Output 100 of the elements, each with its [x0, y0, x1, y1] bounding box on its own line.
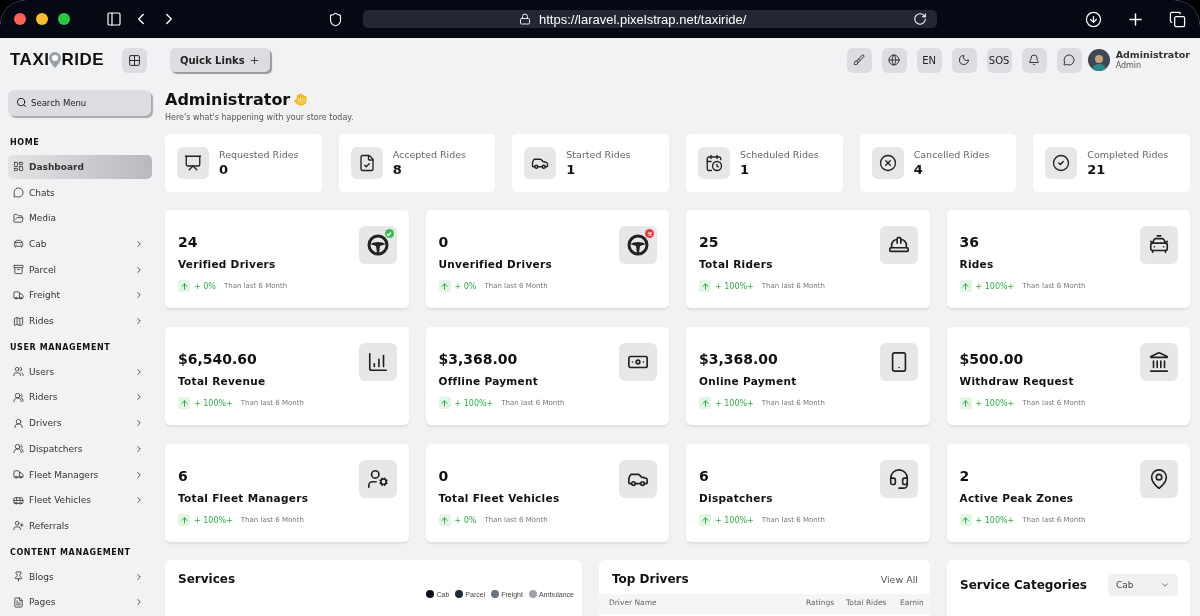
notification-button[interactable] — [1021, 47, 1047, 73]
bus-icon — [13, 494, 24, 506]
brush-icon — [853, 54, 866, 66]
summary-value: 21 — [1087, 162, 1107, 177]
section-heading: HOME — [9, 136, 41, 149]
lock-icon — [519, 13, 531, 25]
presentation-icon — [184, 154, 202, 172]
summary-label: Cancelled Rides — [913, 149, 990, 160]
panel-title: Service Categories — [960, 578, 1087, 592]
stat-value: 6 — [178, 468, 189, 484]
stat-value: 24 — [178, 234, 199, 250]
apps-button[interactable] — [122, 47, 147, 73]
brush-button[interactable] — [846, 47, 872, 73]
sidebar-icon[interactable] — [106, 11, 122, 27]
bell-icon — [1028, 54, 1041, 66]
globe-button[interactable] — [881, 47, 907, 73]
summary-label: Requested Rides — [219, 149, 299, 160]
page-subtitle: Here's what's happening with your store today. — [165, 113, 355, 122]
sidebar-item[interactable]: Rides — [8, 309, 152, 334]
user-name: Administrator — [1115, 49, 1190, 61]
change-text: + 100%+ — [975, 281, 1015, 291]
pin-icon — [13, 571, 24, 582]
hand-icon — [294, 93, 308, 106]
sidebar-item[interactable]: Riders — [8, 385, 152, 410]
stat-value: 25 — [699, 234, 720, 250]
user-gear-icon — [366, 468, 389, 490]
dashboard-icon — [13, 161, 24, 173]
globe-icon — [888, 54, 901, 66]
sidebar-item[interactable]: Referrals — [8, 513, 152, 538]
page-title: Administrator — [165, 90, 291, 109]
quick-links-button[interactable]: Quick Links — [170, 48, 270, 72]
download-icon[interactable] — [1085, 10, 1102, 28]
search-field[interactable]: Search Menu — [8, 90, 151, 116]
category-select[interactable]: Cab — [1108, 574, 1178, 596]
sidebar-item[interactable]: Chats — [8, 180, 152, 205]
logo-text: RIDE — [61, 50, 105, 70]
shield-icon[interactable] — [328, 11, 343, 27]
user-icon — [13, 417, 24, 429]
chat-icon — [1063, 54, 1076, 66]
sidebar-item[interactable]: Dashboard — [8, 154, 152, 179]
sidebar-item[interactable]: Drivers — [8, 411, 152, 436]
stat-value: $3,368.00 — [699, 351, 779, 367]
document-icon — [13, 596, 24, 608]
tabs-icon[interactable] — [1169, 10, 1186, 28]
stat-value: 6 — [699, 468, 710, 484]
sidebar-item[interactable]: Media — [8, 206, 152, 231]
sidebar-item[interactable]: Fleet Vehicles — [8, 488, 152, 513]
minimize-dot[interactable] — [36, 13, 48, 25]
sidebar-item[interactable]: Parcel — [8, 257, 152, 282]
folder-icon — [13, 212, 24, 224]
stat-label: Unverified Drivers — [438, 258, 553, 270]
user-avatar[interactable] — [1087, 49, 1110, 71]
change-text: + 100%+ — [194, 515, 233, 525]
truck-icon — [13, 469, 24, 480]
sidebar-item[interactable]: Fleet Managers — [8, 462, 152, 487]
chat-icon — [13, 187, 24, 199]
address-bar[interactable]: https://laravel.pixelstrap.net/taxiride/ — [363, 10, 937, 28]
summary-label: Started Rides — [566, 149, 631, 160]
view-all-link[interactable]: View All — [880, 573, 918, 585]
change-text: + 100%+ — [975, 398, 1015, 408]
truck-icon — [13, 289, 24, 301]
summary-value: 8 — [392, 162, 403, 177]
stat-label: Online Payment — [699, 375, 798, 387]
check-circle-icon — [1052, 154, 1071, 172]
dark-mode-button[interactable] — [951, 47, 977, 73]
user-plus-icon — [13, 520, 24, 532]
change-text: + 100%+ — [715, 398, 754, 408]
logo-text: TAXI — [10, 50, 50, 70]
sidebar-item[interactable]: Freight — [8, 283, 152, 308]
change-text: + 100%+ — [715, 281, 754, 291]
sidebar-item[interactable]: Pages — [8, 590, 152, 615]
car-icon — [13, 238, 24, 250]
stat-label: Total Revenue — [178, 375, 267, 387]
maximize-dot[interactable] — [58, 13, 70, 25]
url-text: https://laravel.pixelstrap.net/taxiride/ — [539, 11, 748, 27]
change-text: + 100%+ — [194, 398, 233, 408]
bar-chart-icon — [366, 351, 389, 373]
chevron-down-icon — [1160, 580, 1170, 590]
stat-label: Dispatchers — [699, 492, 774, 504]
stat-label: Verified Drivers — [178, 258, 277, 270]
close-dot[interactable] — [14, 13, 26, 25]
sidebar-item[interactable]: Blogs — [8, 564, 152, 589]
summary-value: 1 — [740, 162, 751, 177]
sidebar-item[interactable]: Dispatchers — [8, 436, 152, 461]
sos-button[interactable]: SOS — [986, 47, 1012, 73]
sidebar-item[interactable]: Users — [8, 359, 152, 384]
map-icon — [13, 315, 24, 327]
stat-value: 0 — [438, 234, 450, 250]
stat-value: 36 — [959, 234, 980, 250]
language-button[interactable]: EN — [916, 47, 942, 73]
users-icon — [13, 443, 24, 455]
chat-button[interactable] — [1056, 47, 1082, 73]
reload-icon[interactable] — [913, 12, 927, 26]
sidebar-item[interactable]: Cab — [8, 232, 152, 256]
section-heading: CONTENT MANAGEMENT — [9, 546, 132, 559]
stat-value: $6,540.60 — [178, 351, 258, 367]
panel-title: Top Drivers — [612, 572, 689, 586]
summary-label: Accepted Rides — [392, 149, 466, 160]
users-icon — [13, 391, 24, 403]
users-icon — [13, 366, 24, 378]
